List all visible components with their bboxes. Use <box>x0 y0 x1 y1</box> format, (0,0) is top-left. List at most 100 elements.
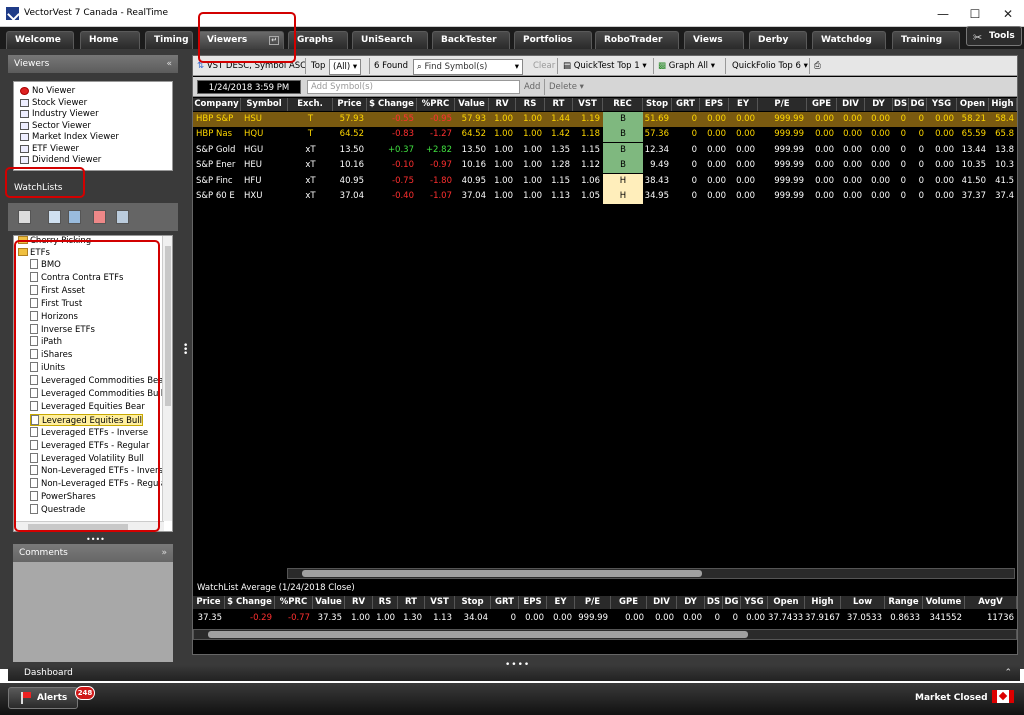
average-column-header[interactable]: %PRC <box>275 596 313 609</box>
average-column-header[interactable]: YSG <box>741 596 768 609</box>
column-header[interactable]: Company <box>193 98 241 111</box>
watchlist-item[interactable]: Leveraged Volatility Bull <box>30 452 144 465</box>
column-header[interactable]: Value <box>455 98 489 111</box>
watchlist-item[interactable]: PowerShares <box>30 491 96 503</box>
watchlist-item[interactable]: First Asset <box>30 284 85 297</box>
average-column-header[interactable]: $ Change <box>225 596 275 609</box>
scroll-thumb[interactable] <box>302 570 702 577</box>
viewers-header[interactable]: Viewers « <box>8 55 178 73</box>
column-header[interactable]: Exch. <box>288 98 333 111</box>
find-symbol-input[interactable]: ⌕ Find Symbol(s) ▾ <box>413 59 523 75</box>
column-header[interactable]: RS <box>516 98 545 111</box>
tab-home[interactable]: Home <box>80 31 140 49</box>
average-column-header[interactable]: DY <box>677 596 705 609</box>
column-header[interactable]: REC <box>603 98 643 111</box>
tree-folder-cherry-picking[interactable]: Cherry Picking <box>18 236 91 247</box>
quickfolio-button[interactable]: QuickFolio Top 6 ▾ <box>732 59 808 73</box>
watchlist-item[interactable]: Horizons <box>30 310 78 323</box>
viewer-item-no-viewer[interactable]: No Viewer <box>20 86 75 97</box>
top-select[interactable]: (All) ▾ <box>329 59 362 75</box>
average-column-header[interactable]: RS <box>373 596 398 609</box>
column-header[interactable]: RV <box>489 98 516 111</box>
scroll-thumb[interactable] <box>28 524 128 530</box>
tab-watchdog[interactable]: Watchdog <box>812 31 886 49</box>
watchlist-item[interactable]: iUnits <box>30 362 65 374</box>
watchlist-item[interactable]: Contra Contra ETFs <box>30 271 123 284</box>
maximize-button[interactable]: ☐ <box>963 5 987 23</box>
watchlist-item[interactable]: Leveraged Commodities Bear <box>30 375 167 387</box>
tab-timing[interactable]: Timing <box>145 31 193 49</box>
column-header[interactable]: %PRC <box>417 98 455 111</box>
tab-backtester[interactable]: BackTester <box>432 31 510 49</box>
tab-unisearch[interactable]: UniSearch <box>352 31 428 49</box>
column-header[interactable]: P/E <box>758 98 807 111</box>
tab-robotrader[interactable]: RoboTrader <box>595 31 679 49</box>
viewer-item-dividend-viewer[interactable]: Dividend Viewer <box>20 155 101 166</box>
new-watchlist-icon[interactable] <box>18 210 31 224</box>
column-header[interactable]: High <box>989 98 1017 111</box>
tree-folder-etfs[interactable]: ETFs <box>18 247 50 259</box>
import-watchlist-icon[interactable] <box>116 210 129 224</box>
watchlist-item[interactable]: Leveraged Equities Bull <box>30 413 144 426</box>
viewer-item-industry-viewer[interactable]: Industry Viewer <box>20 109 99 120</box>
average-column-header[interactable]: AvgV <box>965 596 1017 609</box>
tab-derby[interactable]: Derby <box>749 31 807 49</box>
close-button[interactable]: ✕ <box>996 5 1020 23</box>
column-header[interactable]: Open <box>957 98 989 111</box>
average-column-header[interactable]: EY <box>547 596 575 609</box>
viewer-item-market-index-viewer[interactable]: Market Index Viewer <box>20 132 119 143</box>
delete-watchlist-icon[interactable] <box>68 210 81 224</box>
tab-viewers[interactable]: Viewers ↵ <box>198 31 284 49</box>
watchlist-item[interactable]: Leveraged ETFs - Regular <box>30 439 149 452</box>
tree-vertical-scrollbar[interactable] <box>162 236 172 521</box>
viewer-item-etf-viewer[interactable]: ETF Viewer <box>20 144 79 155</box>
expand-icon[interactable]: » <box>161 544 167 562</box>
average-column-header[interactable]: DG <box>723 596 741 609</box>
tools-button[interactable]: ✂ Tools <box>966 26 1022 46</box>
add-button[interactable]: Add <box>524 80 540 94</box>
average-column-header[interactable]: GRT <box>491 596 519 609</box>
average-column-header[interactable]: GPE <box>611 596 647 609</box>
expand-up-icon[interactable]: ⌃ <box>1004 665 1012 681</box>
watchlist-item[interactable]: iPath <box>30 336 62 348</box>
average-column-header[interactable]: P/E <box>575 596 611 609</box>
column-header[interactable]: DS <box>893 98 909 111</box>
column-header[interactable]: Stop <box>643 98 672 111</box>
column-header[interactable]: Symbol <box>241 98 288 111</box>
watchlist-item[interactable]: Leveraged ETFs - Inverse <box>30 426 148 439</box>
column-header[interactable]: DIV <box>837 98 865 111</box>
average-column-header[interactable]: VST <box>425 596 455 609</box>
average-column-header[interactable]: Open <box>768 596 805 609</box>
column-header[interactable]: $ Change <box>367 98 417 111</box>
dashboard-bar[interactable]: Dashboard ⌃ <box>8 665 1020 681</box>
column-header[interactable]: VST <box>573 98 603 111</box>
sort-watchlist-icon[interactable] <box>93 210 106 224</box>
scroll-thumb[interactable] <box>208 631 748 638</box>
tree-horizontal-scrollbar[interactable] <box>14 521 164 531</box>
clear-button[interactable]: Clear <box>533 59 555 73</box>
print-icon[interactable]: ⎙ <box>814 59 821 73</box>
minimize-button[interactable]: — <box>931 5 955 23</box>
average-column-header[interactable]: DS <box>705 596 723 609</box>
quicktest-button[interactable]: ▤ QuickTest Top 1 ▾ <box>563 59 647 73</box>
average-column-header[interactable]: Value <box>313 596 345 609</box>
viewer-item-stock-viewer[interactable]: Stock Viewer <box>20 98 87 109</box>
watchlist-item[interactable]: Questrade <box>30 504 85 516</box>
average-column-header[interactable]: High <box>805 596 841 609</box>
add-symbol-input[interactable]: Add Symbol(s) <box>307 80 520 94</box>
average-column-header[interactable]: EPS <box>519 596 547 609</box>
column-header[interactable]: GPE <box>807 98 837 111</box>
tab-training[interactable]: Training <box>892 31 960 49</box>
column-header[interactable]: EPS <box>700 98 729 111</box>
delete-button[interactable]: Delete ▾ <box>549 80 584 94</box>
average-horizontal-scrollbar[interactable] <box>193 629 1017 640</box>
column-header[interactable]: YSG <box>927 98 957 111</box>
tab-portfolios[interactable]: Portfolios <box>514 31 592 49</box>
comments-header[interactable]: Comments » <box>13 544 173 562</box>
average-column-header[interactable]: Price <box>193 596 225 609</box>
graph-all-button[interactable]: ▩ Graph All ▾ <box>658 59 715 73</box>
average-column-header[interactable]: Volume <box>923 596 965 609</box>
watchlist-item[interactable]: Leveraged Equities Bear <box>30 400 145 413</box>
date-selector[interactable]: 1/24/2018 3:59 PM <box>197 80 301 94</box>
column-header[interactable]: DY <box>865 98 893 111</box>
